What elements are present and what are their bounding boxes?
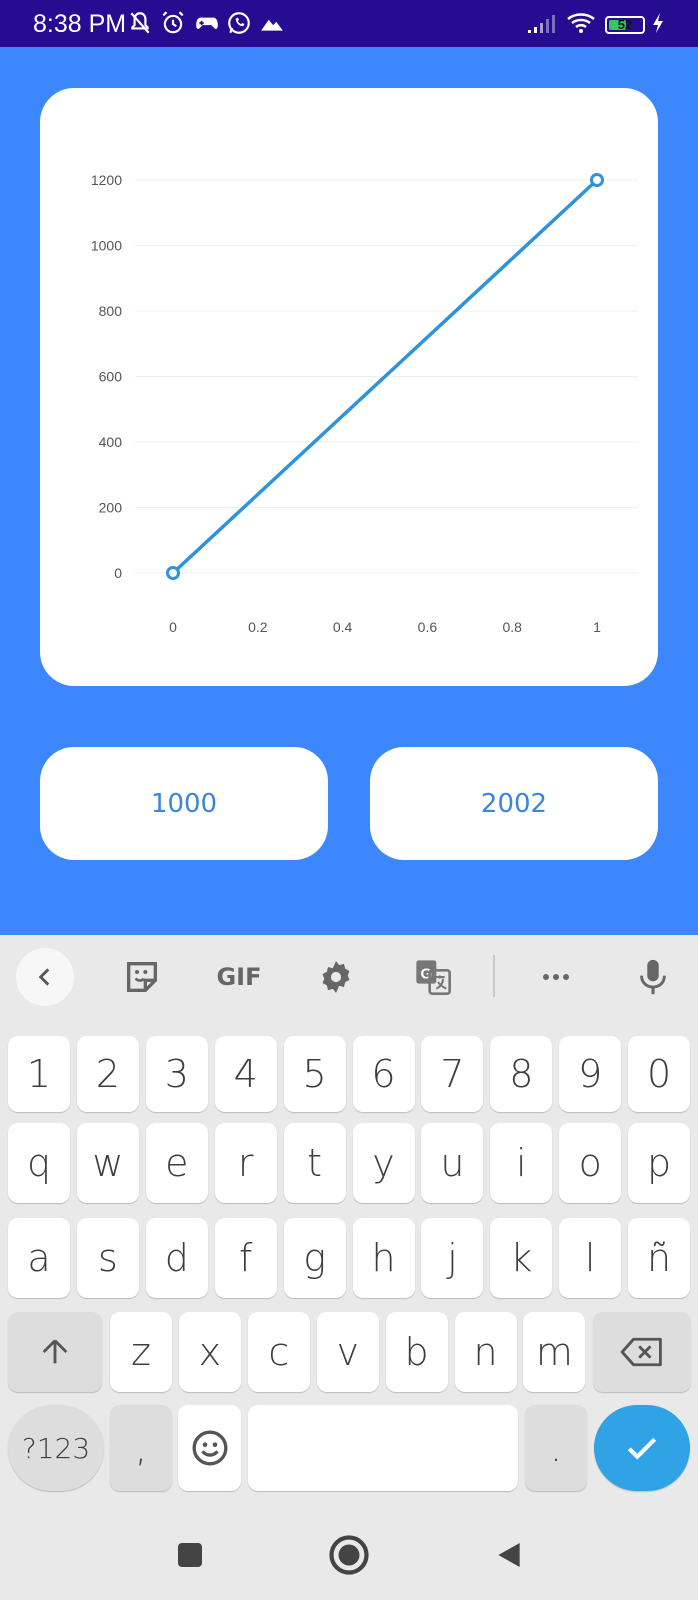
key-h[interactable]: h	[352, 1218, 415, 1298]
wifi-icon	[567, 13, 595, 33]
line-chart: 0 200 400 600 800 1000 1200 0 0.2 0.4 0.6 0.8 1	[91, 172, 638, 635]
y-tick-label: 200	[99, 500, 123, 516]
bell-off-icon	[130, 12, 150, 34]
charging-icon	[653, 13, 663, 33]
key-r[interactable]: r	[214, 1123, 277, 1203]
y-tick-label: 400	[99, 434, 123, 450]
key-j[interactable]: j	[421, 1218, 484, 1298]
back-nav-icon[interactable]	[487, 1533, 531, 1577]
key-b[interactable]: b	[385, 1312, 448, 1392]
key-7[interactable]: 7	[421, 1036, 484, 1112]
battery-icon: 52	[605, 16, 645, 34]
navigation-bar	[0, 1511, 698, 1600]
translate-icon[interactable]: G	[404, 948, 462, 1006]
key-2[interactable]: 2	[76, 1036, 139, 1112]
checkmark-icon	[627, 1437, 657, 1460]
signal-icon	[528, 15, 555, 33]
value-button-left[interactable]: 1000	[40, 747, 328, 860]
key-t[interactable]: t	[283, 1123, 346, 1203]
key-8[interactable]: 8	[490, 1036, 553, 1112]
x-tick-label: 0	[169, 619, 177, 635]
home-icon[interactable]	[327, 1533, 371, 1577]
key-c[interactable]: c	[247, 1312, 310, 1392]
whatsapp-icon	[228, 12, 250, 34]
key-3[interactable]: 3	[145, 1036, 208, 1112]
backspace-key[interactable]	[593, 1312, 691, 1392]
enter-key[interactable]	[594, 1405, 690, 1491]
keyboard-toolbar: GIF G	[0, 935, 698, 1021]
emoji-icon	[192, 1430, 227, 1466]
key-ñ[interactable]: ñ	[628, 1218, 691, 1298]
key-w[interactable]: w	[76, 1123, 139, 1203]
key-g[interactable]: g	[283, 1218, 346, 1298]
status-time: 8:38 PM	[33, 10, 127, 38]
battery-level: 52	[617, 17, 633, 32]
data-point	[590, 173, 604, 187]
key-4[interactable]: 4	[214, 1036, 277, 1112]
gif-button[interactable]: GIF	[210, 948, 268, 1006]
mountain-icon	[261, 19, 283, 31]
data-point	[166, 566, 180, 580]
more-icon[interactable]	[527, 948, 585, 1006]
y-tick-label: 1000	[91, 238, 122, 254]
y-tick-label: 800	[99, 303, 123, 319]
key-f[interactable]: f	[214, 1218, 277, 1298]
key-a[interactable]: a	[8, 1218, 70, 1298]
y-tick-label: 600	[99, 369, 123, 385]
key-5[interactable]: 5	[283, 1036, 346, 1112]
key-9[interactable]: 9	[559, 1036, 622, 1112]
key-m[interactable]: m	[523, 1312, 586, 1392]
recents-icon[interactable]	[168, 1533, 212, 1577]
key-n[interactable]: n	[454, 1312, 517, 1392]
key-1[interactable]: 1	[8, 1036, 70, 1112]
key-k[interactable]: k	[490, 1218, 553, 1298]
key-o[interactable]: o	[559, 1123, 622, 1203]
key-l[interactable]: l	[559, 1218, 622, 1298]
gear-icon[interactable]	[307, 948, 365, 1006]
key-x[interactable]: x	[178, 1312, 241, 1392]
key-0[interactable]: 0	[628, 1036, 691, 1112]
gif-label: GIF	[216, 963, 262, 991]
key-6[interactable]: 6	[352, 1036, 415, 1112]
key-i[interactable]: i	[490, 1123, 553, 1203]
key-y[interactable]: y	[352, 1123, 415, 1203]
toolbar-divider	[493, 955, 495, 997]
x-tick-label: 0.4	[333, 619, 353, 635]
microphone-icon[interactable]	[624, 948, 682, 1006]
key-v[interactable]: v	[316, 1312, 379, 1392]
period-key[interactable]: .	[525, 1405, 587, 1491]
shift-key[interactable]	[8, 1312, 102, 1392]
back-icon[interactable]	[16, 948, 74, 1006]
comma-key[interactable]: ,	[110, 1405, 172, 1491]
space-key[interactable]	[248, 1405, 518, 1491]
x-tick-label: 1	[593, 619, 601, 635]
key-d[interactable]: d	[145, 1218, 208, 1298]
key-u[interactable]: u	[421, 1123, 484, 1203]
key-s[interactable]: s	[76, 1218, 139, 1298]
y-tick-label: 0	[114, 565, 122, 581]
status-bar: 8:38 PM 52	[0, 0, 698, 47]
keyboard: GIF G 1234567890 qwertyuiop asdfghjklñ zxcv…	[0, 935, 698, 1511]
x-tick-label: 0.6	[418, 619, 438, 635]
x-tick-label: 0.8	[502, 619, 522, 635]
sticker-icon[interactable]	[113, 948, 171, 1006]
emoji-key[interactable]	[178, 1405, 241, 1491]
symbols-key[interactable]: ?123	[8, 1405, 104, 1491]
key-z[interactable]: z	[110, 1312, 172, 1392]
alarm-icon	[162, 11, 184, 34]
key-e[interactable]: e	[145, 1123, 208, 1203]
chart-card: 0 200 400 600 800 1000 1200 0 0.2 0.4 0.6 0.8 1	[40, 88, 658, 686]
key-p[interactable]: p	[628, 1123, 691, 1203]
x-tick-label: 0.2	[248, 619, 268, 635]
value-button-right[interactable]: 2002	[370, 747, 658, 860]
game-controller-icon	[196, 17, 218, 30]
y-tick-label: 1200	[91, 172, 122, 188]
key-q[interactable]: q	[8, 1123, 70, 1203]
